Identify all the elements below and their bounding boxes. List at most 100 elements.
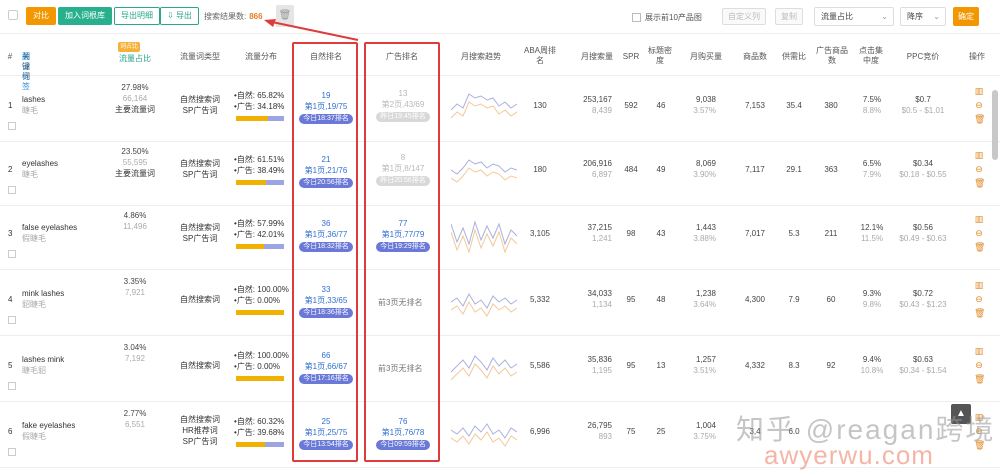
keyword-translation: 睫毛貂 [22, 366, 46, 375]
col-monthly-buy[interactable]: 月购买量 [684, 52, 728, 62]
keyword-text[interactable]: lashes [22, 94, 45, 105]
delete-icon[interactable]: 🗑 [974, 308, 985, 318]
traffic-type-item: SP广告词 [182, 234, 218, 243]
ad-rank-value[interactable]: 8 [370, 152, 436, 163]
aba-rank: 130 [533, 101, 547, 110]
delete-icon[interactable]: 🗑 [974, 178, 985, 188]
minus-circle-icon[interactable]: ⊖ [974, 360, 984, 370]
row-checkbox[interactable] [8, 316, 16, 324]
col-title-density[interactable]: 标题密度 [646, 46, 674, 66]
keyword-text[interactable]: fake eyelashes [22, 420, 75, 431]
minus-circle-icon[interactable]: ⊖ [974, 228, 984, 238]
ad-label: 广告: [236, 230, 256, 239]
keyword-text[interactable]: eyelashes [22, 158, 58, 169]
delete-icon[interactable]: 🗑 [974, 114, 985, 124]
keyword-cell[interactable]: fake eyelashes 假睫毛 [22, 420, 75, 442]
ad-rank-value[interactable]: 13 [370, 88, 436, 99]
add-to-root-button[interactable]: 加入词根库 [58, 7, 112, 25]
col-ad-products[interactable]: 广告商品数 [816, 46, 848, 66]
col-monthly-search[interactable]: 月搜索量 [574, 52, 620, 62]
chart-icon[interactable]: ▥ [974, 346, 984, 356]
keyword-cell[interactable]: false eyelashes 假睫毛 [22, 222, 77, 244]
copy-button[interactable]: 复制 [775, 8, 803, 25]
keyword-text[interactable]: false eyelashes [22, 222, 77, 233]
traffic-percent: 27.98% [121, 83, 149, 92]
col-organic-rank: 自然排名 [310, 52, 342, 61]
result-count-value: 866 [249, 12, 263, 21]
traffic-type-item: 自然搜索词 [180, 223, 220, 232]
ad-label: 广告: [236, 102, 256, 111]
search-trend-sparkline[interactable] [451, 284, 517, 322]
search-trend-sparkline[interactable] [451, 154, 517, 192]
export-label: 导出 [175, 11, 192, 20]
keyword-cell[interactable]: mink lashes 貂睫毛 [22, 288, 64, 310]
monthly-search-sub: 1,241 [591, 234, 612, 243]
keyword-cell[interactable]: lashes 睫毛 [22, 94, 45, 116]
col-trend: 月搜索趋势 [461, 52, 501, 61]
chart-icon[interactable]: ▥ [974, 86, 984, 96]
vertical-scrollbar[interactable] [992, 90, 998, 160]
chart-icon[interactable]: ▥ [974, 280, 984, 290]
keyword-translation: 睫毛 [22, 106, 38, 115]
ppc-range: $0.34 - $1.54 [899, 366, 947, 375]
row-checkbox[interactable] [8, 186, 16, 194]
keyword-cell[interactable]: lashes mink 睫毛貂 [22, 354, 64, 376]
row-checkbox[interactable] [8, 448, 16, 456]
col-supply-demand[interactable]: 供需比 [780, 52, 808, 62]
keyword-text[interactable]: lashes mink [22, 354, 64, 365]
ad-product-count: 363 [824, 165, 838, 174]
ad-product-count: 380 [824, 101, 838, 110]
ad-label: 广告: [236, 166, 256, 175]
custom-columns-button[interactable]: 自定义列 [722, 8, 766, 25]
delete-icon[interactable]: 🗑 [974, 374, 985, 384]
chart-icon[interactable]: ▥ [974, 214, 984, 224]
search-trend-sparkline[interactable] [451, 416, 517, 454]
delete-icon[interactable]: 🗑 [974, 242, 985, 252]
ad-label: 广告: [236, 362, 256, 371]
select-all-checkbox[interactable] [8, 10, 18, 20]
click-concentration: 12.1% [860, 223, 884, 232]
col-aba[interactable]: ABA周排名 [524, 46, 556, 66]
row-checkbox[interactable] [8, 122, 16, 130]
organic-rank-value[interactable]: 36 [296, 218, 356, 229]
minus-circle-icon[interactable]: ⊖ [974, 100, 984, 110]
top10-checkbox[interactable] [632, 13, 641, 22]
search-trend-sparkline[interactable] [451, 350, 517, 388]
organic-label: 自然: [236, 155, 256, 164]
col-click-concentration[interactable]: 点击集中度 [856, 46, 886, 66]
organic-fill [236, 180, 266, 185]
export-button[interactable]: ⇩ 导出 [160, 7, 199, 25]
sort-field-select[interactable]: 流量占比 ⌄ [814, 7, 894, 26]
ad-share: 42.01% [257, 230, 285, 239]
row-checkbox[interactable] [8, 250, 16, 258]
confirm-button[interactable]: 确定 [953, 7, 979, 26]
ad-rank-value[interactable]: 76 [370, 416, 436, 427]
search-trend-sparkline[interactable] [451, 218, 517, 256]
monthly-buy-rate: 3.90% [693, 170, 716, 179]
keyword-cell[interactable]: eyelashes 睫毛 [22, 158, 58, 180]
search-trend-sparkline[interactable] [451, 90, 517, 128]
row-index: 4 [8, 295, 13, 304]
row-checkbox[interactable] [8, 382, 16, 390]
export-detail-button[interactable]: 导出明细 [114, 7, 160, 25]
minus-circle-icon[interactable]: ⊖ [974, 164, 984, 174]
col-traffic[interactable]: 流量占比 [112, 54, 158, 64]
col-ppc[interactable]: PPC竞价 [898, 52, 948, 62]
chart-icon[interactable]: ▥ [974, 150, 984, 160]
organic-rank-value[interactable]: 19 [296, 90, 356, 101]
col-products[interactable]: 商品数 [738, 52, 772, 62]
organic-rank-value[interactable]: 66 [296, 350, 356, 361]
organic-rank-value[interactable]: 25 [296, 416, 356, 427]
ad-product-count: 92 [826, 361, 836, 370]
sort-order-select[interactable]: 降序 ⌄ [900, 7, 946, 26]
organic-rank-value[interactable]: 33 [296, 284, 356, 295]
monthly-search: 34,033 [587, 289, 612, 298]
top10-toggle[interactable]: 展示前10产品图 [632, 12, 702, 23]
minus-circle-icon[interactable]: ⊖ [974, 294, 984, 304]
ad-rank-value[interactable]: 77 [370, 218, 436, 229]
keyword-text[interactable]: mink lashes [22, 288, 64, 299]
organic-rank-value[interactable]: 21 [296, 154, 356, 165]
monthly-buy: 1,443 [695, 223, 716, 232]
compare-button[interactable]: 对比 [26, 7, 56, 25]
col-spr[interactable]: SPR [620, 52, 642, 62]
